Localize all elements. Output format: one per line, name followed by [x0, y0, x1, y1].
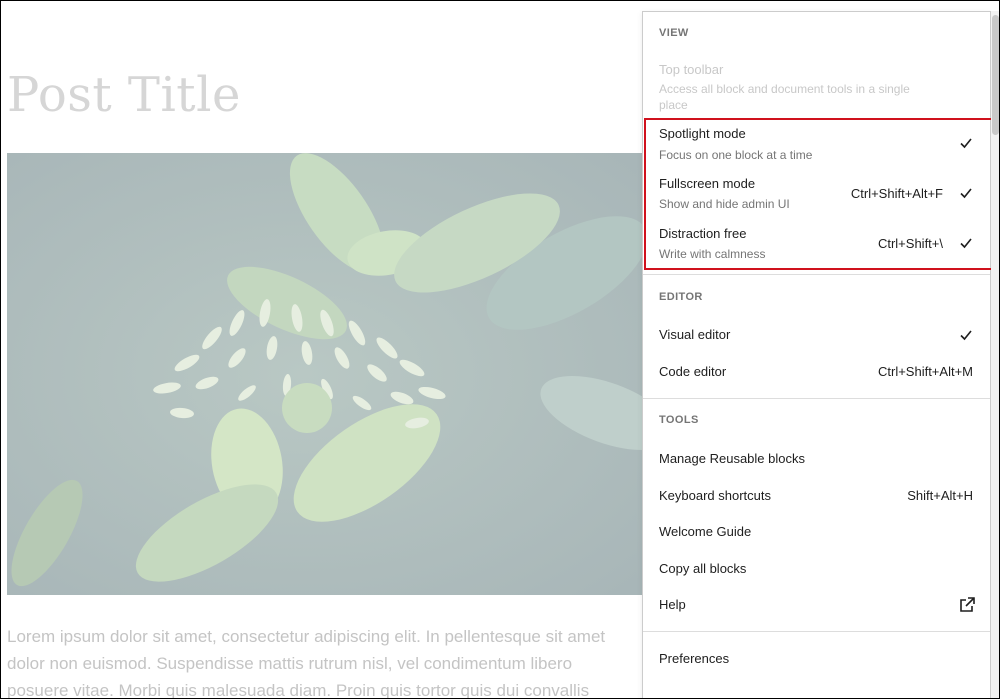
post-title[interactable]: Post Title [7, 67, 241, 123]
editor-window: Post Title Lorem ipsum dolor sit amet, c… [0, 0, 1000, 699]
spotlight-mode-label: Spotlight mode [659, 126, 746, 141]
keyboard-shortcuts-label: Keyboard shortcuts [659, 488, 772, 503]
visual-editor-label: Visual editor [659, 327, 731, 342]
fullscreen-mode-description: Show and hide admin UI [659, 197, 790, 211]
check-icon [960, 238, 972, 249]
options-menu: VIEW Top toolbar Access all block and do… [642, 11, 991, 698]
post-paragraph[interactable]: Lorem ipsum dolor sit amet, consectetur … [7, 623, 647, 699]
code-editor-shortcut: Ctrl+Shift+Alt+M [877, 364, 973, 379]
plant-photo [7, 153, 667, 595]
external-link-icon [960, 597, 975, 612]
post-image[interactable] [7, 153, 667, 595]
fullscreen-mode-label: Fullscreen mode [659, 176, 756, 191]
fullscreen-shortcut: Ctrl+Shift+Alt+F [850, 186, 943, 201]
editor-group-label: EDITOR [659, 291, 703, 303]
fullscreen-mode-option[interactable]: Fullscreen mode Show and hide admin UI C… [651, 170, 981, 216]
paragraph-line: dolor non euismod. Suspendisse mattis ru… [7, 654, 573, 673]
editor-group: EDITOR Visual editor Code editor Ctrl+Sh… [643, 275, 990, 399]
keyboard-shortcuts-option[interactable]: Keyboard shortcuts Shift+Alt+H [651, 479, 981, 513]
top-toolbar-description: Access all block and document tools in a… [659, 82, 910, 96]
help-option[interactable]: Help [651, 588, 981, 622]
visual-editor-option[interactable]: Visual editor [651, 318, 981, 352]
code-editor-label: Code editor [659, 364, 727, 379]
preferences-option[interactable]: Preferences [651, 642, 981, 676]
spotlight-mode-option[interactable]: Spotlight mode Focus on one block at a t… [651, 120, 981, 166]
top-toolbar-label: Top toolbar [659, 62, 724, 77]
distraction-free-description: Write with calmness [659, 247, 766, 261]
paragraph-line: posuere vitae. Morbi quis malesuada diam… [7, 681, 590, 699]
view-group: VIEW Top toolbar Access all block and do… [643, 12, 990, 275]
manage-reusable-blocks-label: Manage Reusable blocks [659, 451, 805, 466]
menu-scrollbar[interactable] [991, 11, 999, 698]
top-toolbar-option[interactable]: Top toolbar Access all block and documen… [651, 56, 981, 116]
distraction-free-option[interactable]: Distraction free Write with calmness Ctr… [651, 220, 981, 266]
keyboard-shortcuts-shortcut: Shift+Alt+H [907, 488, 973, 503]
tools-group: TOOLS Manage Reusable blocks Keyboard sh… [643, 399, 990, 632]
spotlight-mode-description: Focus on one block at a time [659, 148, 813, 162]
paragraph-line: Lorem ipsum dolor sit amet, consectetur … [7, 627, 606, 646]
help-label: Help [659, 597, 686, 612]
code-editor-option[interactable]: Code editor Ctrl+Shift+Alt+M [651, 355, 981, 389]
distraction-free-label: Distraction free [659, 226, 747, 241]
distraction-free-shortcut: Ctrl+Shift+\ [877, 236, 943, 251]
top-toolbar-description-cont: place [659, 98, 688, 112]
check-icon [960, 330, 972, 341]
check-icon [960, 188, 972, 199]
view-group-label: VIEW [659, 27, 689, 39]
copy-all-blocks-option[interactable]: Copy all blocks [651, 552, 981, 586]
welcome-guide-option[interactable]: Welcome Guide [651, 515, 981, 549]
copy-all-blocks-label: Copy all blocks [659, 561, 747, 576]
manage-reusable-blocks-option[interactable]: Manage Reusable blocks [651, 442, 981, 476]
check-icon [960, 138, 972, 149]
preferences-label: Preferences [659, 651, 730, 666]
scrollbar-thumb[interactable] [992, 15, 999, 135]
tools-group-label: TOOLS [659, 414, 699, 426]
welcome-guide-label: Welcome Guide [659, 524, 752, 539]
